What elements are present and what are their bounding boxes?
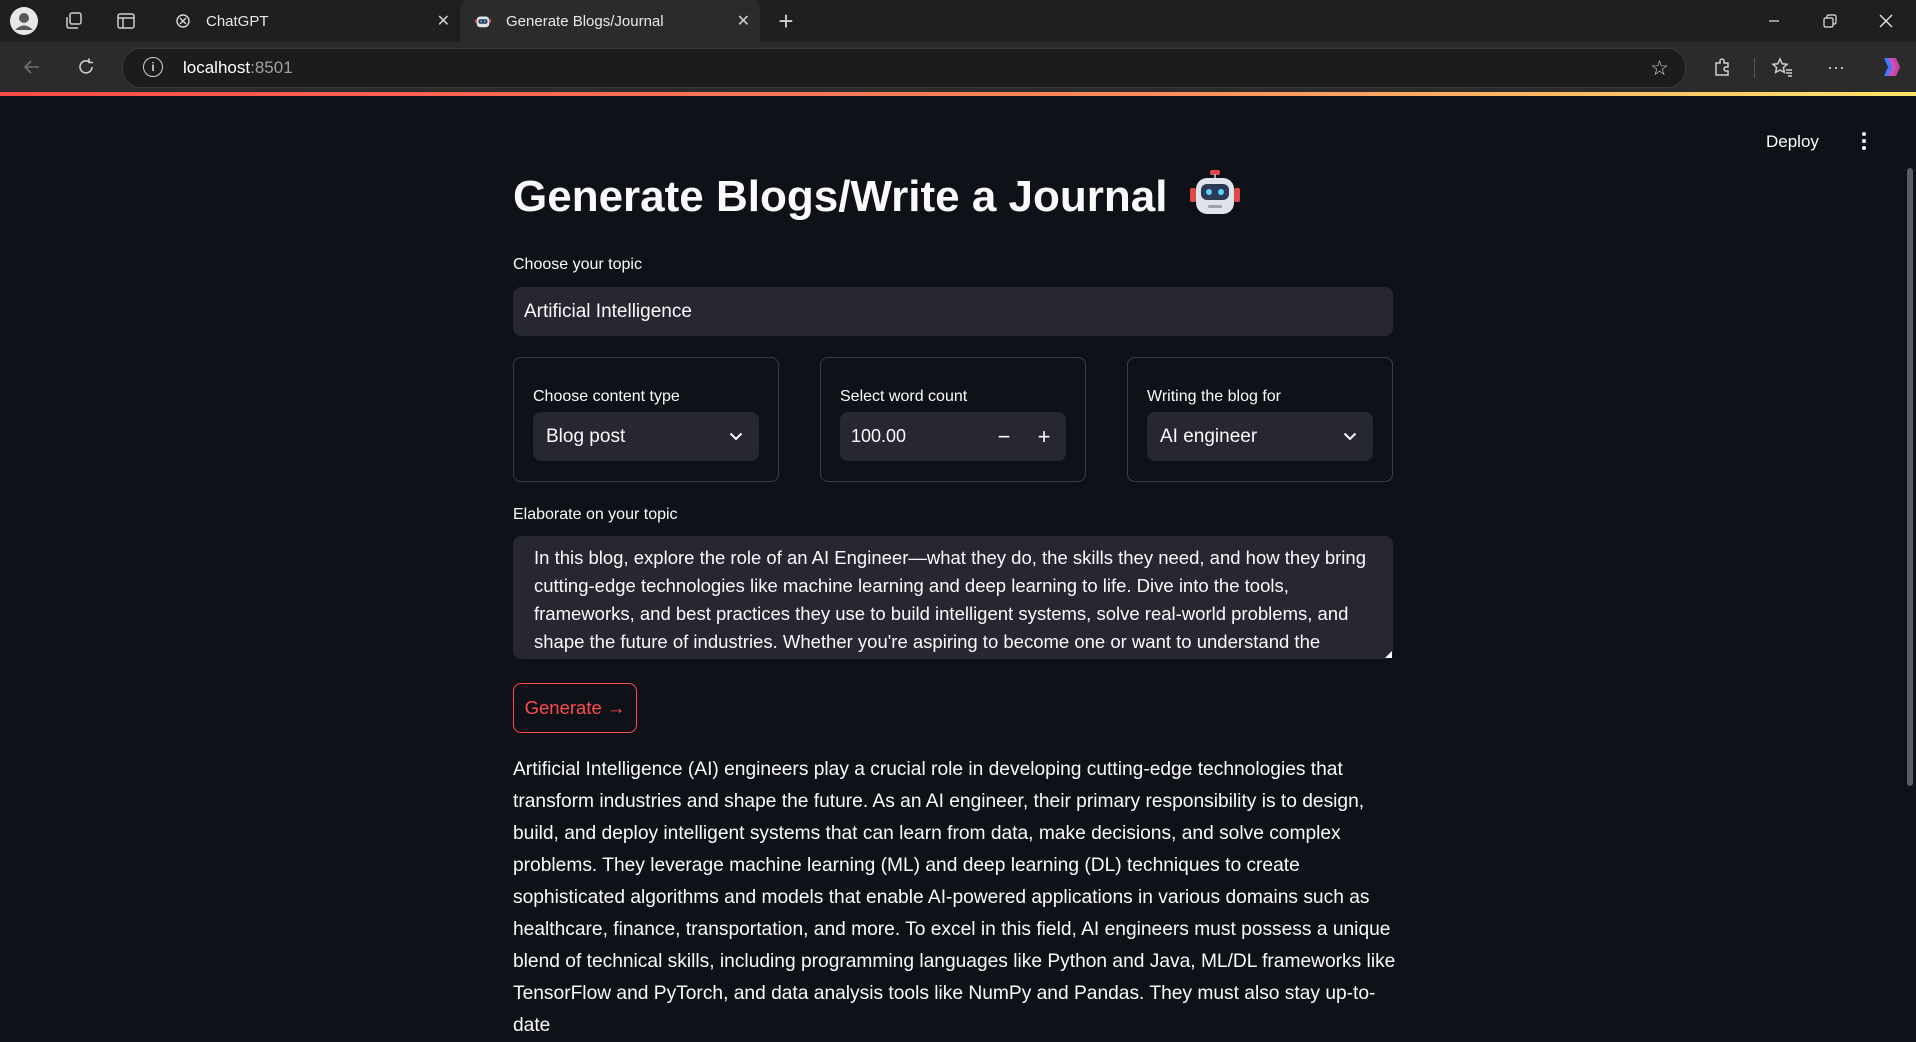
- audience-container: Writing the blog for AI engineer: [1127, 357, 1393, 482]
- page-title: Generate Blogs/Write a Journal: [513, 170, 1240, 229]
- url-text: localhost:8501: [183, 58, 293, 77]
- chevron-down-icon: [1343, 412, 1357, 461]
- page-title-text: Generate Blogs/Write a Journal: [513, 172, 1168, 222]
- word-count-label: Select word count: [840, 388, 968, 405]
- elaborate-label: Elaborate on your topic: [513, 506, 678, 523]
- reload-icon[interactable]: [70, 51, 102, 83]
- resize-handle-icon[interactable]: [1385, 651, 1392, 658]
- main-menu-icon[interactable]: [1854, 126, 1874, 156]
- topic-label: Choose your topic: [513, 256, 642, 273]
- new-tab-icon[interactable]: +: [770, 5, 802, 37]
- content-type-value: Blog post: [546, 426, 626, 447]
- content-type-select[interactable]: Blog post: [533, 412, 759, 461]
- browser-address-bar: i localhost:8501 ☆ ···: [0, 42, 1916, 92]
- audience-select[interactable]: AI engineer: [1147, 412, 1373, 461]
- restore-window-icon[interactable]: [1802, 0, 1858, 42]
- word-count-stepper[interactable]: 100.00 − +: [840, 412, 1066, 461]
- robot-emoji-icon: [1189, 170, 1240, 229]
- tab-title: ChatGPT: [206, 12, 269, 30]
- close-window-icon[interactable]: [1858, 0, 1914, 42]
- url-field[interactable]: i localhost:8501 ☆: [122, 48, 1686, 88]
- increment-button[interactable]: +: [1024, 412, 1064, 461]
- topic-input[interactable]: Artificial Intelligence: [513, 287, 1393, 336]
- chatgpt-favicon-icon: [174, 12, 192, 30]
- site-info-icon[interactable]: i: [143, 57, 163, 77]
- deploy-button[interactable]: Deploy: [1766, 132, 1819, 152]
- streamlit-app: Deploy Generate Blogs/Write a Journal Ch…: [0, 96, 1905, 1036]
- workspaces-icon[interactable]: [58, 5, 90, 37]
- favorite-star-icon[interactable]: ☆: [1650, 56, 1669, 81]
- content-type-container: Choose content type Blog post: [513, 357, 779, 482]
- tab-title: Generate Blogs/Journal: [506, 12, 664, 30]
- more-menu-icon[interactable]: ···: [1820, 51, 1852, 83]
- copilot-icon[interactable]: [1874, 51, 1906, 83]
- content-type-label: Choose content type: [533, 388, 680, 405]
- generated-blog-text: Artificial Intelligence (AI) engineers p…: [513, 759, 1396, 1036]
- browser-tab-bar: ChatGPT ✕ Generate Blogs/Journal ✕ +: [0, 0, 1916, 42]
- profile-avatar-icon[interactable]: [8, 5, 40, 37]
- robot-favicon-icon: [474, 12, 492, 30]
- chevron-down-icon: [729, 412, 743, 461]
- tab-actions-icon[interactable]: [110, 5, 142, 37]
- word-count-input[interactable]: 100.00: [851, 412, 906, 461]
- scrollbar-thumb[interactable]: [1907, 168, 1913, 786]
- favorites-icon[interactable]: [1766, 51, 1798, 83]
- tab-chatgpt[interactable]: ChatGPT ✕: [160, 0, 460, 42]
- toolbar-divider: [1754, 58, 1755, 78]
- audience-label: Writing the blog for: [1147, 388, 1281, 405]
- back-icon[interactable]: [16, 51, 48, 83]
- word-count-container: Select word count 100.00 − +: [820, 357, 1086, 482]
- minimize-window-icon[interactable]: [1746, 0, 1802, 42]
- decrement-button[interactable]: −: [984, 412, 1024, 461]
- extensions-icon[interactable]: [1706, 51, 1738, 83]
- audience-value: AI engineer: [1160, 426, 1258, 447]
- elaborate-textarea[interactable]: In this blog, explore the role of an AI …: [513, 536, 1393, 659]
- scrollbar[interactable]: [1905, 96, 1916, 1013]
- close-tab-icon[interactable]: ✕: [737, 11, 750, 31]
- tab-generate-blogs[interactable]: Generate Blogs/Journal ✕: [460, 0, 760, 42]
- generate-button[interactable]: Generate →: [513, 683, 637, 733]
- close-tab-icon[interactable]: ✕: [437, 11, 450, 31]
